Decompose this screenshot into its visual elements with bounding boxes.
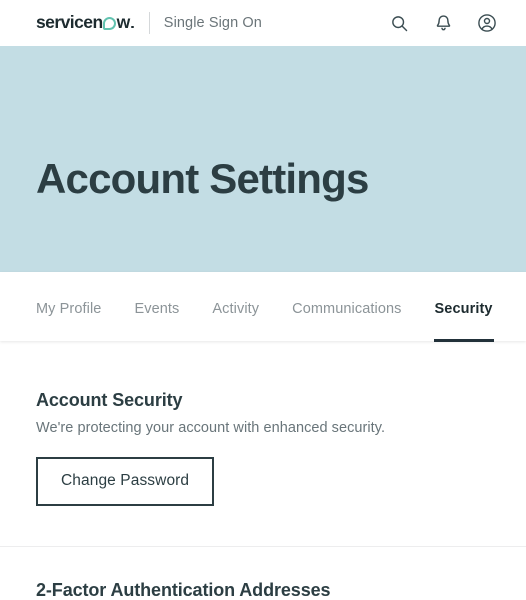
tab-security[interactable]: Security xyxy=(433,301,494,342)
account-security-description: We're protecting your account with enhan… xyxy=(36,420,386,436)
tab-bar: My Profile Events Activity Communication… xyxy=(0,272,526,342)
search-icon[interactable] xyxy=(388,12,410,34)
tab-activity[interactable]: Activity xyxy=(212,301,259,341)
servicenow-logo[interactable]: servicen w xyxy=(36,14,134,32)
page-root: servicen w Single Sign On Account Settin… xyxy=(0,0,526,600)
bell-icon[interactable] xyxy=(432,12,454,34)
logo-trademark-dot xyxy=(131,25,134,29)
header-icon-group xyxy=(388,12,498,34)
tab-my-profile[interactable]: My Profile xyxy=(36,301,101,341)
main-content: Account Security We're protecting your a… xyxy=(0,341,526,600)
logo-text-suffix: w xyxy=(116,12,131,33)
hero-banner: Account Settings xyxy=(0,46,526,272)
two-factor-section: 2-Factor Authentication Addresses xyxy=(0,547,526,600)
tab-events[interactable]: Events xyxy=(134,301,179,341)
account-security-section: Account Security We're protecting your a… xyxy=(0,341,526,506)
change-password-button[interactable]: Change Password xyxy=(36,457,215,506)
two-factor-heading: 2-Factor Authentication Addresses xyxy=(36,579,331,600)
tab-communications[interactable]: Communications xyxy=(292,301,401,341)
account-security-heading: Account Security xyxy=(36,390,183,410)
account-circle-icon[interactable] xyxy=(476,12,498,34)
brand-area: servicen w Single Sign On xyxy=(36,12,262,34)
site-header: servicen w Single Sign On xyxy=(0,0,526,46)
header-divider xyxy=(148,12,150,34)
servicenow-o-loop-icon xyxy=(103,17,117,31)
page-title: Account Settings xyxy=(36,155,369,202)
logo-text-prefix: servicen xyxy=(36,12,103,33)
app-name-label: Single Sign On xyxy=(163,15,262,31)
